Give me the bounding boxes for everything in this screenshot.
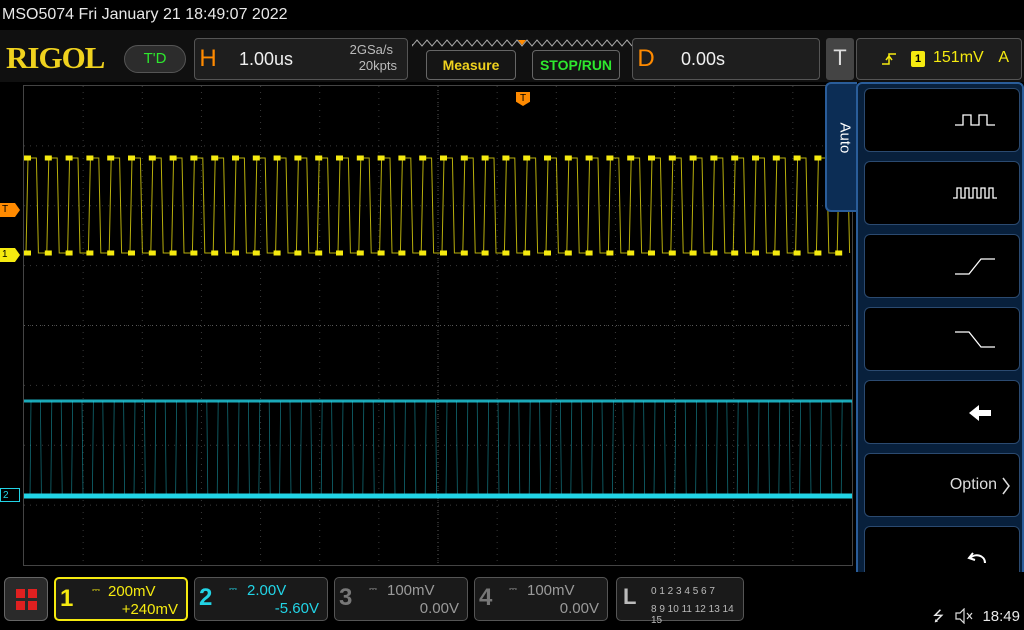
top-toolbar: RIGOL T'D H 1.00us 2GSa/s 20kpts Measure… [0,30,1024,82]
single-pulse-icon [955,114,995,126]
ch1-dc-coupling-icon: ⎓ [92,585,100,596]
logic-channels-row2: 8 9 10 11 12 13 14 15 [651,604,734,626]
ch1-offset-marker[interactable]: 1 [0,248,20,262]
ch4-scale: 100mV [527,582,575,599]
ch3-number: 3 [339,584,353,611]
ch2-scale: 2.00V [247,582,287,599]
trigger-box[interactable]: 1 151mV A [856,38,1022,80]
memory-depth: 20kpts [358,58,397,73]
ch2-number: 2 [199,584,213,611]
trigger-level: 151mV [933,49,984,66]
ch4-offset: 0.00V [559,600,599,617]
logic-channels-row1: 0 1 2 3 4 5 6 7 [651,586,715,597]
measure-button[interactable]: Measure [426,50,516,80]
delay-box[interactable]: D 0.00s [632,38,820,80]
undo-icon [967,552,986,564]
multi-pulse-icon [953,187,997,199]
ch2-offset: -5.60V [274,600,319,617]
menu-grid-icon [16,589,37,610]
sample-rate: 2GSa/s [349,42,393,57]
rising-edge-icon [955,258,995,275]
delay-value: 0.00s [681,49,726,69]
ch2-dc-coupling-icon: ⎓ [229,584,237,595]
back-button[interactable] [864,380,1020,444]
speaker-muted-icon[interactable] [954,607,974,625]
bottom-bar: 1 ⎓ 200mV +240mV 2 ⎓ 2.00V -5.60V 3 ⎓ 10… [0,572,1024,630]
ch1-scale: 200mV [108,583,156,600]
waveform-display[interactable] [23,85,853,566]
auto-side-menu: Option [856,82,1024,590]
trigger-letter[interactable]: T [826,38,854,80]
trigger-edge-icon [882,53,896,65]
horizontal-timebase-box[interactable]: H 1.00us 2GSa/s 20kpts [194,38,408,80]
chevron-right-icon [1002,477,1010,495]
option-label: Option [949,476,997,493]
waveform-position-indicator [412,38,634,48]
option-button[interactable]: Option [864,453,1020,517]
auto-tab-label: Auto [836,122,854,154]
delay-letter: D [637,45,655,72]
ch2-offset-marker[interactable]: 2 [0,488,20,502]
ch1-settings[interactable]: 1 ⎓ 200mV +240mV [54,577,188,621]
ch4-settings[interactable]: 4 ⎓ 100mV 0.00V [474,577,608,621]
auto-tab[interactable]: Auto [825,82,857,212]
logic-analyzer-settings[interactable]: L 0 1 2 3 4 5 6 7 8 9 10 11 12 13 14 15 [616,577,744,626]
main-menu-button[interactable] [4,577,48,621]
multi-pulse-button[interactable] [864,161,1020,225]
ch4-number: 4 [479,584,493,611]
back-arrow-icon [969,405,991,421]
device-title: MSO5074 Fri January 21 18:49:07 2022 [2,6,288,23]
trigger-level-marker[interactable]: T [0,203,20,217]
ch2-edges [29,400,853,497]
title-bar: MSO5074 Fri January 21 18:49:07 2022 [0,0,1024,30]
status-area: ⭍ 18:49 [932,606,1020,630]
logic-letter: L [623,584,637,609]
ch2-settings[interactable]: 2 ⎓ 2.00V -5.60V [194,577,328,621]
ch4-dc-coupling-icon: ⎓ [509,584,517,595]
falling-edge-button[interactable] [864,307,1020,371]
stop-run-button[interactable]: STOP/RUN [532,50,620,80]
rigol-logo: RIGOL [6,40,105,75]
rising-edge-button[interactable] [864,234,1020,298]
waveform-grid [24,86,853,565]
clock-time: 18:49 [982,608,1020,625]
horizontal-letter: H [199,45,217,72]
trigger-mode: A [998,49,1009,66]
ch1-trace [24,157,851,254]
ch1-number: 1 [60,585,74,612]
ch3-scale: 100mV [387,582,435,599]
ch3-settings[interactable]: 3 ⎓ 100mV 0.00V [334,577,468,621]
trigger-channel-badge: 1 [911,51,925,67]
single-pulse-button[interactable] [864,88,1020,152]
timebase-value: 1.00us [239,49,294,69]
falling-edge-icon [955,331,995,348]
ch3-dc-coupling-icon: ⎓ [369,584,377,595]
ch1-offset: +240mV [121,601,178,618]
ch3-offset: 0.00V [419,600,459,617]
run-state-badge[interactable]: T'D [124,45,186,73]
usb-icon: ⭍ [932,608,945,624]
